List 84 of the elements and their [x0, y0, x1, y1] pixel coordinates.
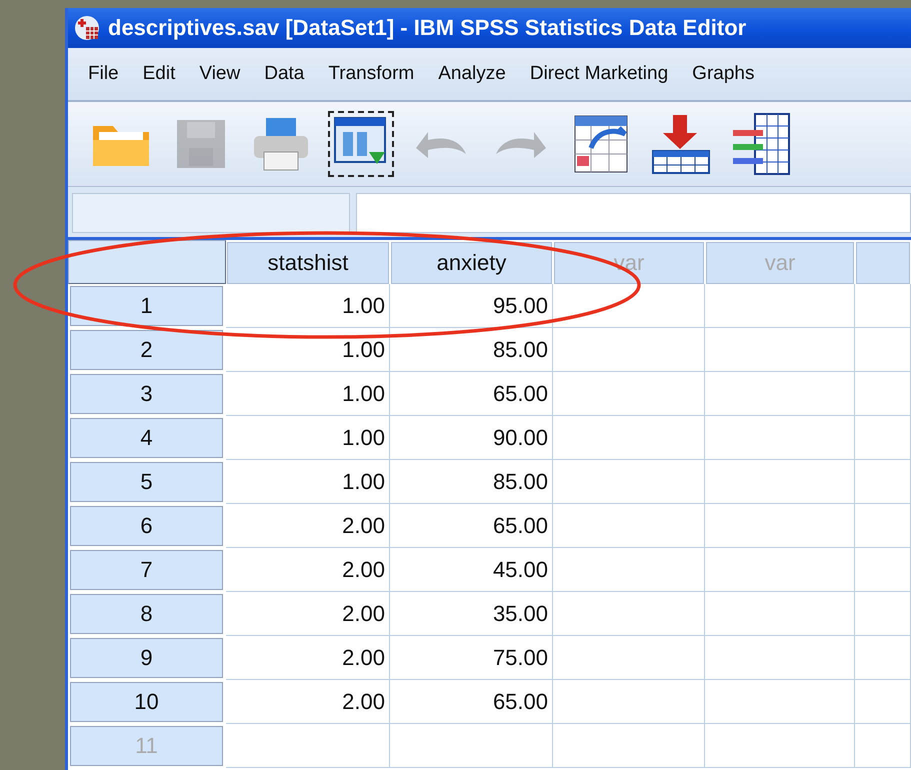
table-cell[interactable]: 65.00 [390, 680, 553, 724]
menu-item[interactable]: File [76, 63, 131, 85]
menu-item[interactable]: View [187, 63, 252, 85]
table-cell[interactable] [705, 416, 855, 460]
table-cell[interactable]: 1.00 [226, 328, 390, 372]
column-header[interactable] [856, 242, 910, 284]
menu-item[interactable]: Graphs [680, 63, 766, 85]
table-cell[interactable] [855, 504, 911, 548]
menu-item[interactable]: Data [252, 63, 316, 85]
row-header[interactable]: 3 [70, 374, 223, 414]
window-title: descriptives.sav [DataSet1] - IBM SPSS Statistics Data Editor [108, 15, 746, 41]
table-cell[interactable] [553, 636, 705, 680]
table-cell[interactable] [553, 284, 705, 328]
table-cell[interactable] [553, 328, 705, 372]
menu-item[interactable]: Direct Marketing [518, 63, 680, 85]
table-cell[interactable]: 1.00 [226, 372, 390, 416]
table-cell[interactable] [855, 680, 911, 724]
table-cell[interactable] [553, 416, 705, 460]
row-header[interactable]: 8 [70, 594, 223, 634]
table-cell[interactable]: 45.00 [390, 548, 553, 592]
menu-item[interactable]: Analyze [426, 63, 518, 85]
row-header[interactable]: 2 [70, 330, 223, 370]
row-header[interactable]: 5 [70, 462, 223, 502]
row-header[interactable]: 10 [70, 682, 223, 722]
table-cell[interactable]: 2.00 [226, 504, 390, 548]
table-cell[interactable] [553, 724, 705, 768]
variable-columns-icon [731, 112, 791, 176]
table-cell[interactable]: 65.00 [390, 372, 553, 416]
table-cell[interactable] [705, 284, 855, 328]
table-cell[interactable] [705, 328, 855, 372]
table-cell[interactable] [705, 548, 855, 592]
table-cell[interactable] [705, 636, 855, 680]
table-cell[interactable]: 35.00 [390, 592, 553, 636]
row-header[interactable]: 9 [70, 638, 223, 678]
table-cell[interactable] [705, 592, 855, 636]
table-cell[interactable] [553, 460, 705, 504]
row-header[interactable]: 6 [70, 506, 223, 546]
cell-reference-field[interactable] [72, 193, 350, 233]
row-header[interactable]: 7 [70, 550, 223, 590]
table-cell[interactable] [390, 724, 553, 768]
table-cell[interactable] [855, 636, 911, 680]
table-cell[interactable]: 1.00 [226, 284, 390, 328]
row-header[interactable]: 1 [70, 286, 223, 326]
table-cell[interactable] [553, 548, 705, 592]
table-cell[interactable] [855, 460, 911, 504]
row-header[interactable]: 4 [70, 418, 223, 458]
table-cell[interactable]: 85.00 [390, 460, 553, 504]
printer-icon [252, 116, 310, 172]
table-cell[interactable] [855, 592, 911, 636]
table-cell[interactable]: 65.00 [390, 504, 553, 548]
column-header[interactable]: statshist [227, 242, 389, 284]
table-cell[interactable] [705, 372, 855, 416]
table-cell[interactable]: 90.00 [390, 416, 553, 460]
table-cell[interactable] [705, 680, 855, 724]
table-cell[interactable] [855, 372, 911, 416]
table-cell[interactable] [855, 548, 911, 592]
table-cell[interactable] [855, 416, 911, 460]
menu-item[interactable]: Transform [316, 63, 426, 85]
toolbar-button[interactable] [328, 111, 394, 177]
table-cell[interactable] [553, 592, 705, 636]
table-cell[interactable]: 1.00 [226, 416, 390, 460]
table-cell[interactable] [855, 284, 911, 328]
app-icon [74, 15, 100, 41]
table-cell[interactable] [855, 328, 911, 372]
table-cell[interactable] [553, 680, 705, 724]
table-cell[interactable]: 2.00 [226, 636, 390, 680]
column-header[interactable]: anxiety [391, 242, 552, 284]
cell-editor-field[interactable] [356, 193, 911, 233]
table-cell[interactable] [855, 724, 911, 768]
table-cell[interactable]: 85.00 [390, 328, 553, 372]
table-cell[interactable] [705, 460, 855, 504]
table-cell[interactable]: 2.00 [226, 548, 390, 592]
table-cell[interactable] [553, 372, 705, 416]
insert-row-icon [651, 113, 711, 175]
table-cell[interactable]: 1.00 [226, 460, 390, 504]
table-cell[interactable] [705, 504, 855, 548]
table-cell[interactable]: 95.00 [390, 284, 553, 328]
menu-item[interactable]: Edit [130, 63, 188, 85]
table-cell[interactable]: 75.00 [390, 636, 553, 680]
table-cell[interactable] [226, 724, 390, 768]
table-cell[interactable] [553, 504, 705, 548]
table-cell[interactable]: 2.00 [226, 680, 390, 724]
table-cell[interactable]: 2.00 [226, 592, 390, 636]
table-cell[interactable] [705, 724, 855, 768]
